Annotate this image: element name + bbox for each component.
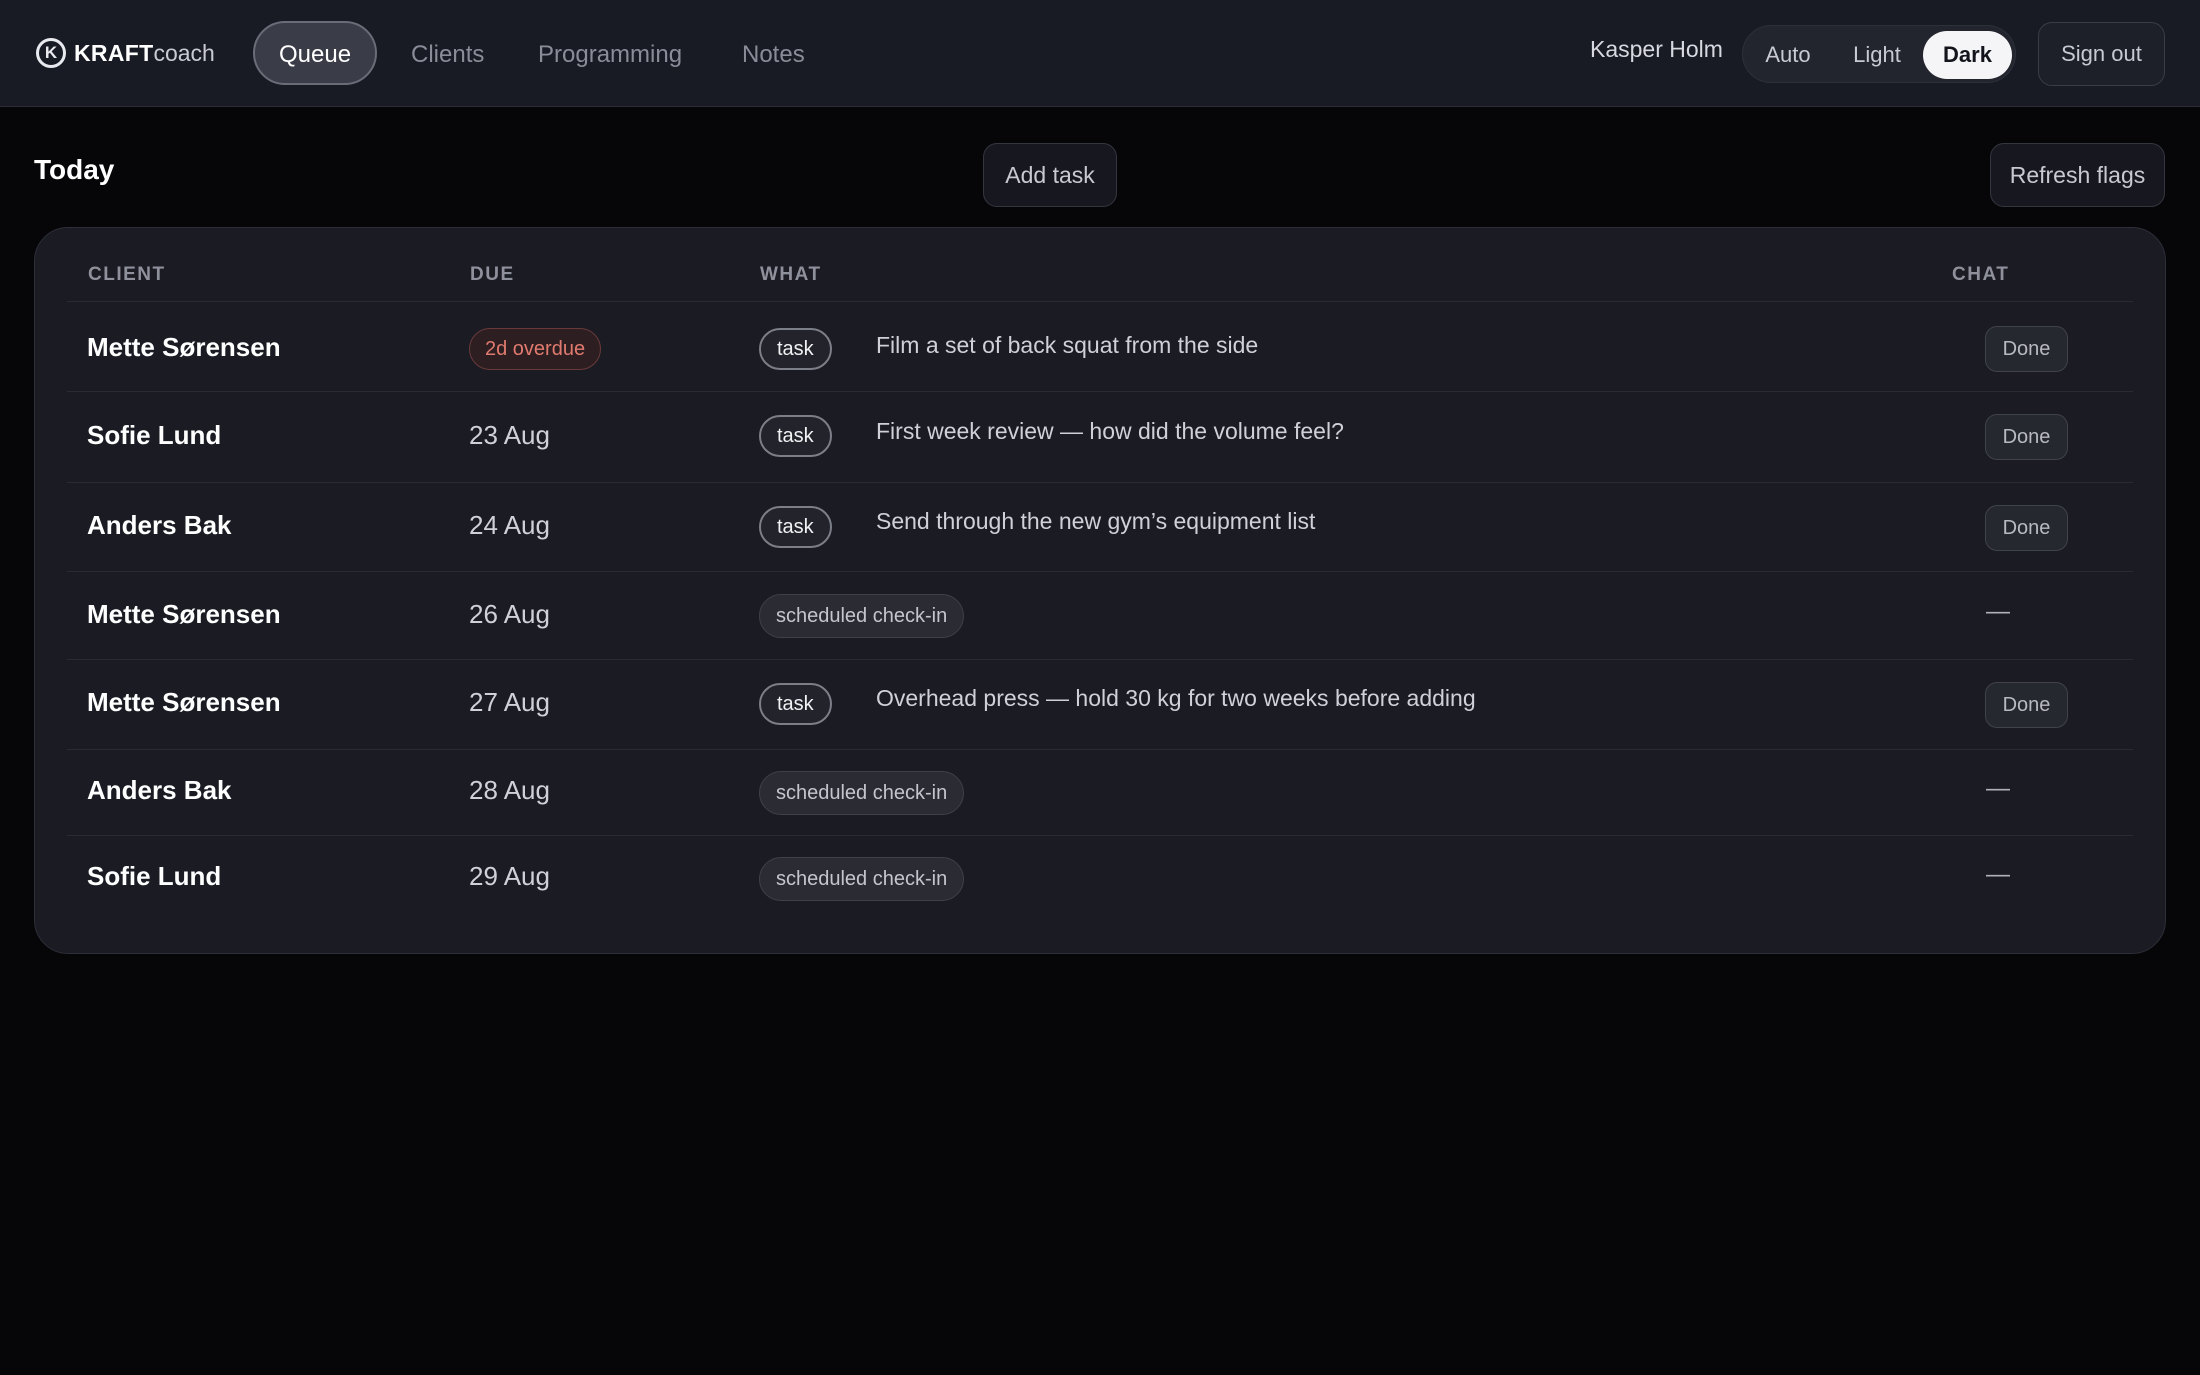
task-text: First week review — how did the volume f… bbox=[876, 418, 1344, 444]
table-row[interactable]: Mette Sørensen 26 Aug scheduled check-in… bbox=[67, 572, 2133, 660]
done-button[interactable]: Done bbox=[1985, 414, 2068, 460]
sign-out-button[interactable]: Sign out bbox=[2038, 22, 2165, 86]
add-task-button[interactable]: Add task bbox=[983, 143, 1117, 207]
done-button[interactable]: Done bbox=[1985, 505, 2068, 551]
due-date: 26 Aug bbox=[469, 599, 550, 629]
due-date: 29 Aug bbox=[469, 861, 550, 891]
overdue-badge: 2d overdue bbox=[469, 328, 602, 370]
column-header-client: CLIENT bbox=[88, 264, 166, 285]
nav-tab-notes[interactable]: Notes bbox=[716, 21, 831, 85]
table-row[interactable]: Sofie Lund 29 Aug scheduled check-in — bbox=[67, 836, 2133, 920]
refresh-flags-button[interactable]: Refresh flags bbox=[1990, 143, 2165, 207]
done-button[interactable]: Done bbox=[1985, 326, 2068, 372]
row-client[interactable]: Mette Sørensen bbox=[87, 687, 281, 718]
due-date: 23 Aug bbox=[469, 420, 550, 450]
task-text: Overhead press — hold 30 kg for two week… bbox=[876, 685, 1476, 711]
queue-table-card: CLIENT DUE WHAT CHAT Mette Sørensen 2d o… bbox=[34, 227, 2166, 954]
table-header bbox=[67, 254, 2133, 302]
chat-empty: — bbox=[1986, 775, 2010, 802]
row-client[interactable]: Anders Bak bbox=[87, 775, 232, 806]
check-in-tag: scheduled check-in bbox=[759, 594, 965, 638]
type-tag: task bbox=[759, 415, 832, 457]
theme-toggle-group: Auto Light Dark bbox=[1742, 25, 2016, 83]
chat-empty: — bbox=[1986, 598, 2010, 625]
task-text: Film a set of back squat from the side bbox=[876, 332, 1259, 358]
theme-light-button[interactable]: Light bbox=[1838, 31, 1916, 79]
row-client[interactable]: Mette Sørensen bbox=[87, 599, 281, 630]
column-header-chat: CHAT bbox=[1952, 264, 2010, 285]
column-header-what: WHAT bbox=[760, 264, 822, 285]
check-in-tag: scheduled check-in bbox=[759, 771, 965, 815]
table-row[interactable]: Mette Sørensen 2d overdue task Film a se… bbox=[67, 303, 2133, 392]
theme-auto-button[interactable]: Auto bbox=[1750, 31, 1826, 79]
table-row[interactable]: Anders Bak 24 Aug task Send through the … bbox=[67, 483, 2133, 572]
row-client[interactable]: Anders Bak bbox=[87, 510, 232, 541]
theme-dark-button[interactable]: Dark bbox=[1923, 31, 2012, 79]
table-row[interactable]: Mette Sørensen 27 Aug task Overhead pres… bbox=[67, 660, 2133, 750]
check-in-tag: scheduled check-in bbox=[759, 857, 965, 901]
type-tag: task bbox=[759, 683, 832, 725]
row-client[interactable]: Sofie Lund bbox=[87, 861, 221, 892]
type-tag: task bbox=[759, 328, 832, 370]
row-client[interactable]: Sofie Lund bbox=[87, 420, 221, 451]
chat-empty: — bbox=[1986, 861, 2010, 888]
nav-tab-clients[interactable]: Clients bbox=[385, 21, 510, 85]
logo-wordmark-light: coach bbox=[153, 39, 215, 66]
top-bar: K KRAFT coach Queue Clients Programming … bbox=[0, 0, 2200, 107]
type-tag: task bbox=[759, 506, 832, 548]
logo-wordmark-strong: KRAFT bbox=[74, 39, 154, 66]
logo[interactable]: K KRAFT coach bbox=[36, 37, 215, 69]
due-date: 24 Aug bbox=[469, 510, 550, 540]
table-row[interactable]: Anders Bak 28 Aug scheduled check-in — bbox=[67, 750, 2133, 836]
page-title: Today bbox=[34, 154, 115, 185]
table-row[interactable]: Sofie Lund 23 Aug task First week review… bbox=[67, 392, 2133, 483]
due-date: 27 Aug bbox=[469, 687, 550, 717]
done-button[interactable]: Done bbox=[1985, 682, 2068, 728]
due-date: 28 Aug bbox=[469, 775, 550, 805]
user-name: Kasper Holm bbox=[1590, 36, 1723, 62]
nav-tab-programming[interactable]: Programming bbox=[512, 21, 708, 85]
task-text: Send through the new gym’s equipment lis… bbox=[876, 508, 1316, 534]
column-header-due: DUE bbox=[470, 264, 515, 285]
nav-tab-queue[interactable]: Queue bbox=[253, 21, 378, 85]
row-client[interactable]: Mette Sørensen bbox=[87, 332, 281, 363]
k-circle-logo-icon: K bbox=[36, 38, 66, 68]
